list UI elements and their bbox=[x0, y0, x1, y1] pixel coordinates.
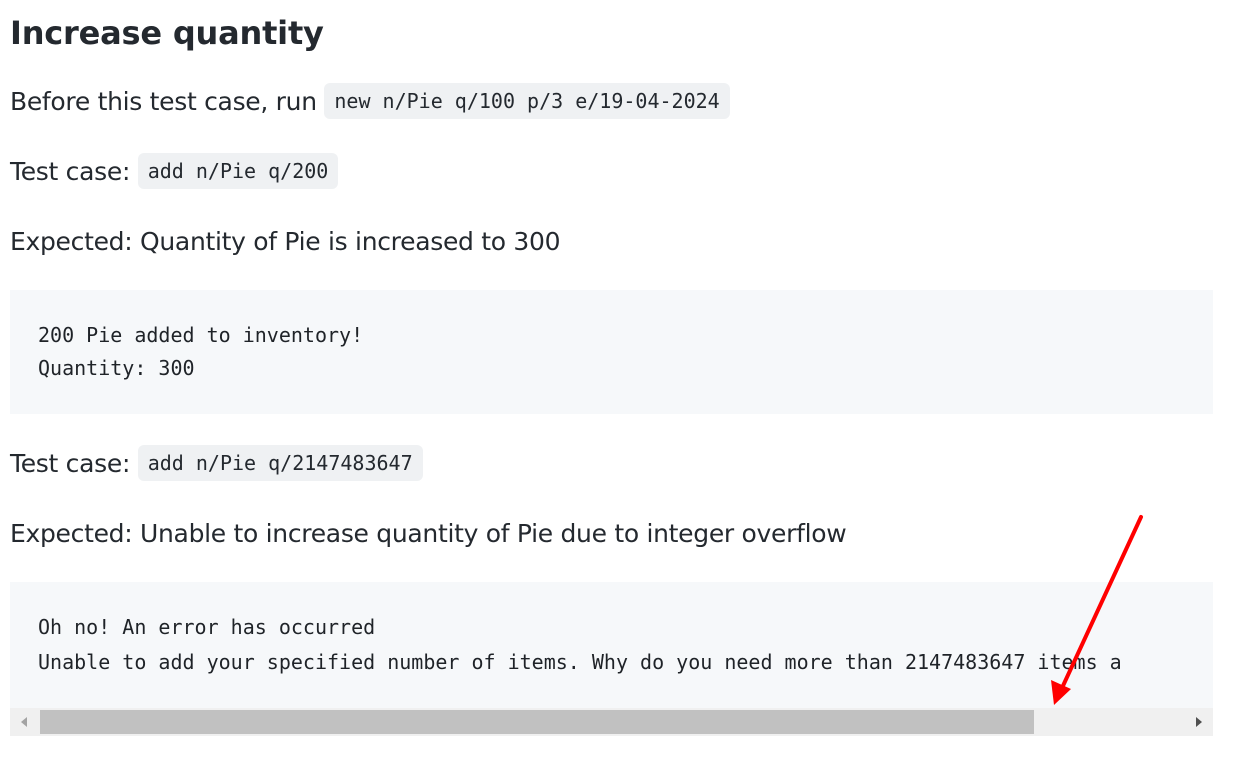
output-block-2[interactable]: Oh no! An error has occurred Unable to a… bbox=[10, 582, 1213, 708]
expected-2-text: Expected: Unable to increase quantity of… bbox=[10, 519, 847, 548]
triangle-right-icon bbox=[1196, 717, 1202, 727]
triangle-left-icon bbox=[21, 717, 27, 727]
before-test-paragraph: Before this test case, run new n/Pie q/1… bbox=[10, 83, 730, 120]
output-1-line-2: Quantity: 300 bbox=[38, 356, 195, 380]
output-block-1: 200 Pie added to inventory! Quantity: 30… bbox=[10, 290, 1213, 414]
test-case-2-command: add n/Pie q/2147483647 bbox=[137, 445, 423, 481]
scroll-thumb[interactable] bbox=[40, 710, 1034, 734]
horizontal-scrollbar[interactable] bbox=[10, 708, 1213, 736]
scroll-right-button[interactable] bbox=[1185, 708, 1213, 736]
expected-1-text: Expected: Quantity of Pie is increased t… bbox=[10, 227, 561, 256]
output-2-line-1: Oh no! An error has occurred bbox=[38, 615, 376, 639]
test-case-1-command: add n/Pie q/200 bbox=[137, 153, 339, 189]
scroll-left-button[interactable] bbox=[10, 708, 38, 736]
test-case-1-paragraph: Test case: add n/Pie q/200 bbox=[10, 153, 339, 190]
test-case-1-label: Test case: bbox=[10, 157, 138, 186]
section-heading: Increase quantity bbox=[10, 14, 324, 52]
before-test-text: Before this test case, run bbox=[10, 87, 325, 116]
output-1-line-1: 200 Pie added to inventory! bbox=[38, 323, 364, 347]
test-case-2-paragraph: Test case: add n/Pie q/2147483647 bbox=[10, 445, 423, 482]
test-case-2-label: Test case: bbox=[10, 449, 138, 478]
before-test-command: new n/Pie q/100 p/3 e/19-04-2024 bbox=[324, 83, 730, 119]
output-2-line-2: Unable to add your specified number of i… bbox=[38, 650, 1122, 674]
